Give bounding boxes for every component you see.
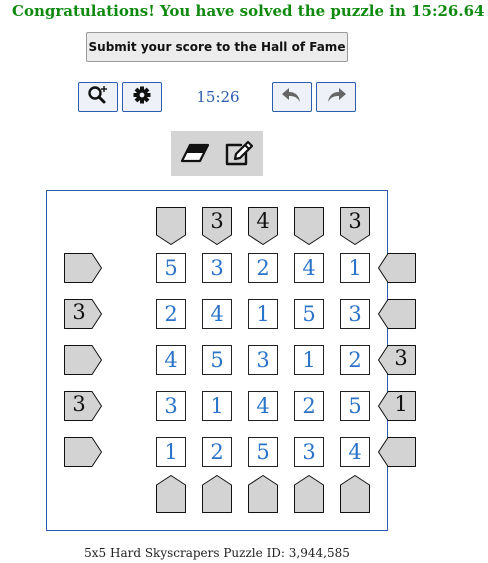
grid-cell[interactable]: 4 xyxy=(340,437,370,467)
grid-cell[interactable]: 1 xyxy=(156,437,186,467)
redo-icon xyxy=(325,86,347,108)
grid-cell[interactable]: 4 xyxy=(294,253,324,283)
redo-button[interactable] xyxy=(316,82,356,112)
clue-top[interactable]: 3 xyxy=(340,207,370,245)
timer: 15:26 xyxy=(196,88,240,106)
clue-left[interactable]: 3 xyxy=(64,391,102,421)
zoom-button[interactable] xyxy=(78,82,118,112)
puzzle-board: 53241241534531231425125343433331 xyxy=(46,190,416,531)
clue-bottom[interactable] xyxy=(294,475,324,513)
clue-right[interactable]: 3 xyxy=(378,345,416,375)
grid-cell[interactable]: 2 xyxy=(340,345,370,375)
eraser-icon[interactable] xyxy=(179,139,211,167)
grid-cell[interactable]: 2 xyxy=(156,299,186,329)
grid-cell[interactable]: 3 xyxy=(294,437,324,467)
clue-value: 3 xyxy=(394,346,408,370)
clue-right[interactable] xyxy=(378,299,416,329)
gear-icon xyxy=(133,86,151,108)
clue-left[interactable] xyxy=(64,253,102,283)
submit-score-button[interactable]: Submit your score to the Hall of Fame xyxy=(86,32,348,62)
clue-value: 1 xyxy=(394,392,408,416)
grid-cell[interactable]: 2 xyxy=(294,391,324,421)
grid-cell[interactable]: 5 xyxy=(294,299,324,329)
grid-cell[interactable]: 1 xyxy=(202,391,232,421)
clue-bottom[interactable] xyxy=(248,475,278,513)
clue-value: 4 xyxy=(256,209,270,233)
clue-top[interactable]: 3 xyxy=(202,207,232,245)
clue-bottom[interactable] xyxy=(202,475,232,513)
undo-icon xyxy=(281,86,303,108)
grid-cell[interactable]: 2 xyxy=(248,253,278,283)
grid-cell[interactable]: 3 xyxy=(202,253,232,283)
clue-value: 3 xyxy=(72,300,86,324)
clue-top[interactable] xyxy=(156,207,186,245)
input-mode-panel xyxy=(171,131,263,176)
clue-left[interactable]: 3 xyxy=(64,299,102,329)
grid-cell[interactable]: 5 xyxy=(248,437,278,467)
grid-cell[interactable]: 4 xyxy=(202,299,232,329)
grid-cell[interactable]: 3 xyxy=(340,299,370,329)
grid-cell[interactable]: 4 xyxy=(248,391,278,421)
grid-cell[interactable]: 1 xyxy=(248,299,278,329)
grid-cell[interactable]: 1 xyxy=(294,345,324,375)
pencil-edit-icon[interactable] xyxy=(223,139,255,167)
clue-value: 3 xyxy=(72,392,86,416)
congratulations-message: Congratulations! You have solved the puz… xyxy=(12,2,485,20)
grid-cell[interactable]: 3 xyxy=(248,345,278,375)
grid-cell[interactable]: 4 xyxy=(156,345,186,375)
clue-bottom[interactable] xyxy=(340,475,370,513)
zoom-in-icon xyxy=(87,85,109,109)
clue-right[interactable] xyxy=(378,437,416,467)
clue-bottom[interactable] xyxy=(156,475,186,513)
clue-value: 3 xyxy=(210,209,224,233)
grid-cell[interactable]: 5 xyxy=(202,345,232,375)
clue-value: 3 xyxy=(348,209,362,233)
grid-cell[interactable]: 5 xyxy=(156,253,186,283)
clue-top[interactable] xyxy=(294,207,324,245)
undo-button[interactable] xyxy=(272,82,312,112)
clue-right[interactable] xyxy=(378,253,416,283)
clue-left[interactable] xyxy=(64,437,102,467)
clue-left[interactable] xyxy=(64,345,102,375)
clue-top[interactable]: 4 xyxy=(248,207,278,245)
puzzle-info: 5x5 Hard Skyscrapers Puzzle ID: 3,944,58… xyxy=(84,546,350,560)
grid-cell[interactable]: 1 xyxy=(340,253,370,283)
grid-cell[interactable]: 5 xyxy=(340,391,370,421)
settings-button[interactable] xyxy=(122,82,162,112)
grid-cell[interactable]: 2 xyxy=(202,437,232,467)
grid-cell[interactable]: 3 xyxy=(156,391,186,421)
clue-right[interactable]: 1 xyxy=(378,391,416,421)
